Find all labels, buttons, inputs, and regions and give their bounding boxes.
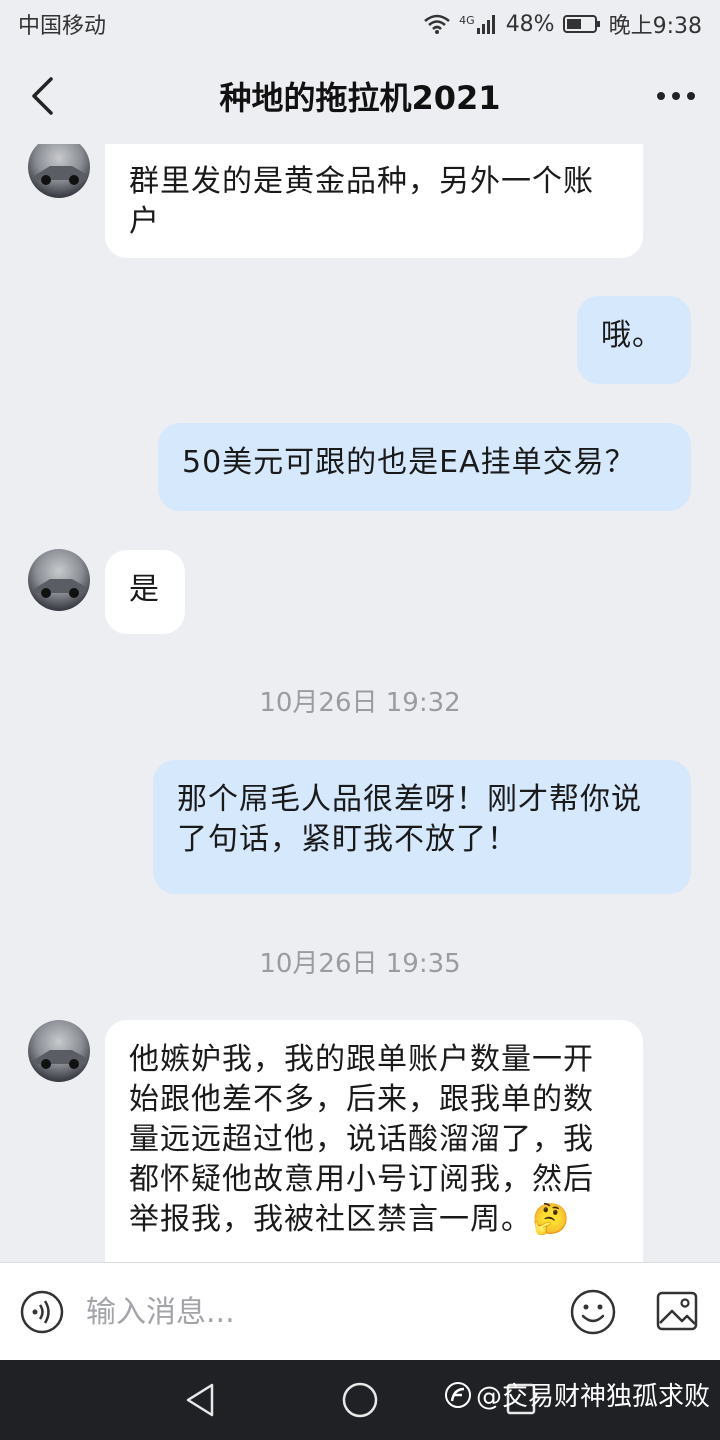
status-icons: 4G 48% 晚上9:38 [423,8,702,40]
timestamp: 10月26日 19:35 [259,949,461,979]
chat-title: 种地的拖拉机2021 [219,79,501,117]
contact-avatar[interactable] [28,144,90,198]
status-bar: 中国移动 4G 48% 晚上9:38 [0,0,720,48]
system-navigation-bar: @交易财神独孤求败 [0,1360,720,1440]
message-text: 是 [129,572,160,607]
watermark-text: @交易财神独孤求败 [475,1382,710,1412]
battery-icon [562,14,601,34]
chat-header: 种地的拖拉机2021 [0,48,720,144]
message-text: 那个屌毛人品很差呀！刚才帮你说了句话，紧盯我不放了！ [177,782,642,857]
outgoing-message[interactable]: 哦。 [577,296,691,384]
emoji-button[interactable] [570,1289,616,1335]
message-text: 哦。 [601,318,663,353]
triangle-back-icon [186,1383,214,1417]
more-dots-icon [657,92,665,100]
more-options-button[interactable] [652,78,700,114]
image-picker-button[interactable] [655,1289,699,1333]
carrier-label: 中国移动 [18,14,107,39]
circle-home-icon [342,1382,378,1418]
contact-avatar[interactable] [28,549,90,611]
outgoing-message[interactable]: 50美元可跟的也是EA挂单交易？ [158,423,691,511]
nav-home-button[interactable] [340,1380,380,1424]
platform-logo-icon [444,1381,471,1408]
incoming-message[interactable]: 群里发的是黄金品种，另外一个账户 [105,144,643,258]
incoming-message[interactable]: 是 [105,550,185,634]
voice-icon [20,1290,64,1334]
wifi-icon [423,13,451,35]
message-input[interactable] [86,1287,546,1337]
message-text: 50美元可跟的也是EA挂单交易？ [182,445,636,480]
clock: 晚上9:38 [608,14,702,39]
message-text: 群里发的是黄金品种，另外一个账户 [129,164,594,239]
contact-avatar[interactable] [28,1020,90,1082]
voice-input-button[interactable] [20,1290,64,1334]
nav-back-button[interactable] [184,1382,216,1422]
cellular-signal-icon: 4G [459,14,498,34]
battery-percent: 48% [505,11,555,37]
message-list[interactable]: 群里发的是黄金品种，另外一个账户 哦。 50美元可跟的也是EA挂单交易？ 是 1… [0,144,720,1262]
smiley-icon [570,1289,616,1335]
incoming-message[interactable]: 他嫉妒我，我的跟单账户数量一开始跟他差不多，后来，跟我单的数量远远超过他，说话酸… [105,1020,643,1262]
back-button[interactable] [22,74,62,118]
outgoing-message[interactable]: 那个屌毛人品很差呀！刚才帮你说了句话，紧盯我不放了！ [153,760,691,894]
timestamp: 10月26日 19:32 [259,688,461,718]
message-text: 他嫉妒我，我的跟单账户数量一开始跟他差不多，后来，跟我单的数量远远超过他，说话酸… [129,1042,594,1237]
image-icon [656,1291,698,1331]
watermark: @交易财神独孤求败 [444,1376,710,1413]
chevron-left-icon [32,77,53,115]
message-input-bar [0,1262,720,1360]
network-type-label: 4G [459,14,475,27]
